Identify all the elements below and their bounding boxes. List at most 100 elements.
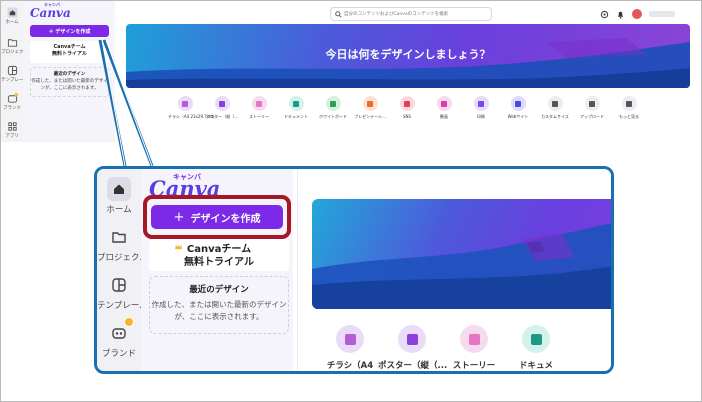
- category-label: ストーリー: [249, 114, 269, 119]
- hero-title: 今日は何をデザインしましょう？: [325, 48, 491, 61]
- zoom-rail-brand-label: ブランド: [101, 349, 136, 359]
- zoom-design-type-row: チラシ（A4 ポスター（縦（... ストーリー ドキュメ: [298, 319, 611, 371]
- rail-apps-label: アプリ: [5, 134, 19, 139]
- sidebar-rail: ホーム プロジェク... テンプレー... ブランド アプリ: [1, 1, 23, 142]
- category-label: Webサイト: [507, 114, 529, 119]
- category-label: SNS: [402, 114, 412, 119]
- settings-icon[interactable]: [600, 10, 609, 19]
- rail-templates[interactable]: テンプレー...: [1, 65, 23, 83]
- category-icon: [621, 96, 637, 111]
- bell-icon[interactable]: [616, 10, 625, 19]
- recent-designs-desc: 作成した、または開いた最新のデザインが、ここに表示されます。: [151, 300, 287, 321]
- category-label: 印刷: [477, 114, 485, 119]
- zoom-rail-templates[interactable]: テンプレー...: [97, 273, 141, 311]
- category-label: チラシ（A4 21x29.7cm）: [168, 114, 217, 119]
- rail-projects-label: プロジェク...: [1, 50, 23, 55]
- category-icon: [399, 96, 415, 111]
- zoom-main-area: チラシ（A4 ポスター（縦（... ストーリー ドキュメ: [297, 169, 611, 371]
- create-design-button[interactable]: + デザインを作成: [151, 205, 283, 229]
- top-category-5[interactable]: プレゼンテーシ...: [353, 96, 387, 119]
- avatar[interactable]: [632, 9, 642, 19]
- zoom-rail-templates-label: テンプレー...: [97, 301, 141, 311]
- recent-designs-card: 最近のデザイン 作成した、または開いた最新のデザインが、ここに表示されます。: [149, 276, 289, 334]
- create-design-label: デザインを作成: [190, 213, 261, 225]
- category-icon: [522, 325, 550, 353]
- create-design-button-small[interactable]: ＋ デザインを作成: [30, 25, 109, 37]
- trial-line-1: Canvaチーム: [186, 244, 252, 255]
- folder-icon: [7, 39, 17, 47]
- category-label: アップロード: [580, 114, 604, 119]
- trial-line-2: 無料トライアル: [184, 257, 254, 268]
- category-label: カスタムサイズ: [541, 114, 569, 119]
- category-label: ポスター（縦（...: [378, 361, 448, 371]
- category-icon: [460, 325, 488, 353]
- zoom-category-3[interactable]: ドキュメ: [502, 325, 570, 371]
- top-category-12[interactable]: もっと見る: [612, 96, 646, 119]
- category-icon: [547, 96, 563, 111]
- top-category-0[interactable]: チラシ（A4 21x29.7cm）: [168, 96, 217, 119]
- search-icon: [335, 11, 342, 18]
- team-trial-card-small[interactable]: Canvaチーム 無料トライアル: [30, 41, 109, 63]
- crown-badge-icon: [124, 317, 134, 327]
- crown-icon: [175, 244, 182, 250]
- category-label: ホワイトボード: [319, 114, 347, 119]
- top-category-7[interactable]: 動画: [427, 96, 461, 119]
- zoom-rail-home[interactable]: ホーム: [97, 177, 141, 215]
- home-icon: [6, 7, 18, 18]
- team-trial-card[interactable]: Canvaチーム 無料トライアル: [149, 239, 289, 271]
- zoom-callout: ホーム プロジェク... テンプレー... ブランド Canvaキャンバ +: [94, 166, 614, 374]
- zoom-category-2[interactable]: ストーリー: [440, 325, 508, 371]
- hero-banner: 今日は何をデザインしましょう？: [126, 24, 690, 88]
- category-icon: [436, 96, 452, 111]
- category-icon: [177, 96, 193, 111]
- zoom-rail-home-label: ホーム: [106, 205, 132, 215]
- zoom-hero-banner: [312, 199, 611, 309]
- zoom-templates-tile: [107, 273, 131, 297]
- category-icon: [251, 96, 267, 111]
- design-type-row: チラシ（A4 21x29.7cm） ポスター（縦（... ストーリー ドキュメント ホワ…: [168, 96, 646, 136]
- rail-home[interactable]: ホーム: [1, 7, 23, 25]
- category-label: ドキュメ: [518, 361, 553, 371]
- category-label: ポスター（縦（...: [206, 114, 238, 119]
- plus-icon: +: [173, 209, 185, 225]
- category-icon: [214, 96, 230, 111]
- category-icon: [398, 325, 426, 353]
- top-category-9[interactable]: Webサイト: [501, 96, 535, 119]
- zoom-rail-projects-label: プロジェク...: [97, 253, 141, 263]
- top-category-3[interactable]: ドキュメント: [279, 96, 313, 119]
- rail-brand-label: ブランド: [3, 106, 21, 111]
- top-category-2[interactable]: ストーリー: [242, 96, 276, 119]
- rail-brand[interactable]: ブランド: [1, 93, 23, 111]
- rail-apps[interactable]: アプリ: [1, 121, 23, 139]
- category-icon: [584, 96, 600, 111]
- top-category-1[interactable]: ポスター（縦（...: [205, 96, 239, 119]
- search-input[interactable]: 自分のコンテンツおよびCanvaのコンテンツを検索: [330, 7, 492, 21]
- side-panel: Canva キャンバ ＋ デザインを作成 Canvaチーム 無料トライアル 最近のデ…: [23, 1, 115, 142]
- category-label: チラシ（A4: [326, 361, 374, 371]
- zoom-rail-projects[interactable]: プロジェク...: [97, 225, 141, 263]
- category-label: もっと見る: [619, 114, 639, 119]
- top-category-11[interactable]: アップロード: [575, 96, 609, 119]
- apps-icon: [7, 122, 17, 131]
- zoom-home-tile: [107, 177, 131, 201]
- recent-designs-small: 最近のデザイン 作成した、または開いた最新のデザインが、ここに表示されます。: [30, 67, 109, 97]
- top-category-10[interactable]: カスタムサイズ: [538, 96, 572, 119]
- folder-icon: [112, 232, 126, 243]
- category-icon: [288, 96, 304, 111]
- top-category-6[interactable]: SNS: [390, 96, 424, 119]
- template-icon: [7, 65, 17, 76]
- zoom-rail-brand[interactable]: ブランド: [97, 317, 141, 359]
- top-category-4[interactable]: ホワイトボード: [316, 96, 350, 119]
- canva-logo[interactable]: Canva キャンバ: [30, 2, 71, 20]
- zoom-projects-tile: [107, 225, 131, 249]
- zoom-category-1[interactable]: ポスター（縦（...: [378, 325, 448, 371]
- zoom-category-0[interactable]: チラシ（A4: [316, 325, 384, 371]
- top-category-8[interactable]: 印刷: [464, 96, 498, 119]
- category-icon: [336, 325, 364, 353]
- category-icon: [473, 96, 489, 111]
- home-icon: [114, 184, 124, 194]
- brand-icon: [7, 93, 18, 103]
- zoom-brand-tile: [107, 317, 134, 345]
- rail-projects[interactable]: プロジェク...: [1, 37, 23, 55]
- account-name[interactable]: [649, 11, 675, 17]
